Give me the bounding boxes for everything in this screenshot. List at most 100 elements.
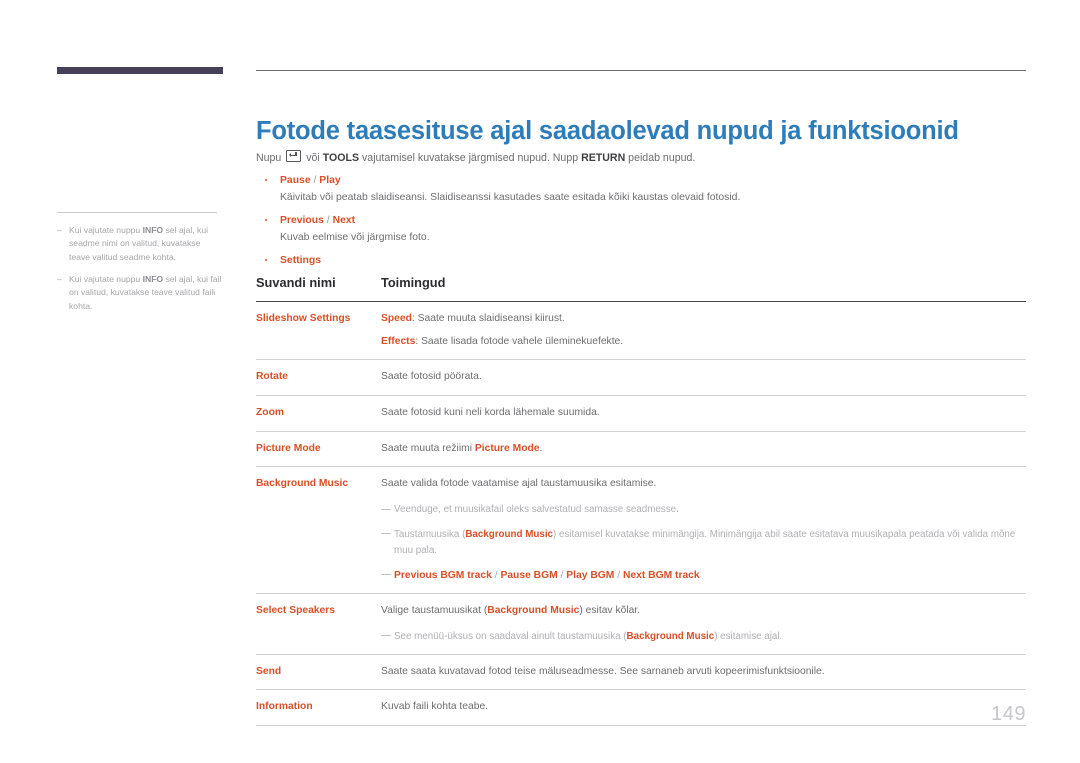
table-row: Select Speakers Valige taustamuusikat (B… [256,594,1026,655]
column-header-option-name: Suvandi nimi [256,275,336,290]
bullet-label-a: Previous [280,214,324,226]
row-description: Saate valida fotode vaatamise ajal taust… [381,467,1026,594]
row-description: Speed: Saate muuta slaidiseansi kiirust.… [381,302,1026,360]
row-note: — Veenduge, et muusikafail oleks salvesta… [381,502,1026,518]
intro-middle: või [306,152,320,164]
bullet-label-a: Settings [280,254,321,266]
row-option-name: Zoom [256,407,285,419]
inline-highlight: Effects [381,335,416,347]
column-header-actions: Toimingud [381,275,446,290]
button-bullet-list: Pause / Play Käivitab või peatab slaidis… [262,172,1026,270]
description-line: Saate valida fotode vaatamise ajal taust… [381,476,1026,493]
description-line: Saate fotosid pöörata. [381,369,1026,386]
bullet-dot-icon [265,218,268,222]
table-body: Slideshow Settings Speed: Saate muuta sl… [256,302,1026,726]
inline-text: Saate fotosid kuni neli korda lähemale s… [381,407,600,419]
row-description: Saate muuta režiimi Picture Mode. [381,431,1026,467]
subnote-c: Play BGM [566,569,615,581]
table-row: Rotate Saate fotosid pöörata. [256,360,1026,396]
row-note: — Taustamuusika (Background Music) esitam… [381,527,1026,559]
bullet-heading: Settings [262,252,1026,269]
bullet-dot-icon [265,179,268,182]
table-row: Background Music Saate valida fotode vaa… [256,467,1026,594]
note-pre: Taustamuusika ( [394,528,466,540]
side-note-item: – Kui vajutate nuppu INFO sel ajal, kui s… [57,224,223,264]
note-pre: Veenduge, et muusikafail oleks salvestat… [394,504,679,516]
dash-marker-icon: – [57,273,62,284]
row-description: Valige taustamuusikat (Background Music)… [381,594,1026,655]
inline-text: Saate fotosid pöörata. [381,371,482,383]
row-note: — See menüü-üksus on saadaval ainult taus… [381,629,1026,645]
list-item: Settings [262,252,1026,269]
bullet-separator: / [310,175,320,186]
row-option-name: Slideshow Settings [256,313,351,324]
side-note-bold: INFO [142,225,164,235]
description-line: Valige taustamuusikat (Background Music)… [381,603,1026,620]
bullet-heading: Pause / Play [262,172,1026,189]
decorative-top-bar [57,67,223,74]
inline-text: Saate muuta režiimi [381,442,475,454]
intro-tools-label: TOOLS [322,152,360,164]
subnote-sep: / [614,569,623,581]
dash-marker-icon: — [381,528,391,540]
side-note-bold: INFO [142,273,164,284]
row-description: Saate fotosid pöörata. [381,360,1026,396]
table-row: Send Saate saata kuvatavad fotod teise m… [256,654,1026,690]
intro-after-tools: vajutamisel kuvatakse järgmised nupud. N… [362,152,579,164]
side-note-block: – Kui vajutate nuppu INFO sel ajal, kui s… [57,212,223,322]
intro-return-label: RETURN [581,152,626,164]
side-note-rule [57,212,217,213]
row-option-name: Rotate [256,371,289,383]
options-table: Suvandi nimi Toimingud Slideshow Setting… [256,275,1026,726]
bullet-description: Kuvab eelmise või järgmise foto. [280,232,430,243]
row-option-name: Select Speakers [256,605,335,617]
list-item: Previous / Next Kuvab eelmise või järgmi… [262,212,1026,247]
side-note-pre: Kui vajutate nuppu [69,273,143,284]
inline-highlight: Background Music [487,605,580,617]
description-line: Saate fotosid kuni neli korda lähemale s… [381,405,1026,422]
inline-highlight: Picture Mode [474,442,540,454]
subnote-b: Pause BGM [500,569,558,581]
bullet-label-a: Pause [280,175,311,186]
row-option-name: Background Music [256,478,349,490]
intro-paragraph: Nupu või TOOLS vajutamisel kuvatakse jär… [256,150,1026,167]
side-note-pre: Kui vajutate nuppu [69,225,143,235]
row-description: Saate saata kuvatavad fotod teise mäluse… [381,654,1026,690]
dash-marker-icon: — [381,503,391,515]
description-line: Saate saata kuvatavad fotod teise mäluse… [381,664,1026,681]
bullet-dot-icon [265,258,268,262]
table-header: Suvandi nimi Toimingud [256,275,1026,302]
table-row: Zoom Saate fotosid kuni neli korda lähem… [256,396,1026,432]
subnote-sep: / [557,569,567,581]
intro-prefix: Nupu [256,152,282,164]
table-row: Slideshow Settings Speed: Saate muuta sl… [256,302,1026,360]
bullet-heading: Previous / Next [262,212,1026,229]
page-number: 149 [991,703,1026,725]
inline-text: Valige taustamuusikat ( [381,605,488,617]
subnote-a: Previous BGM track [394,569,492,581]
note-post: ) esitamise ajal. [714,630,783,642]
description-line: Speed: Saate muuta slaidiseansi kiirust. [381,311,1026,328]
bullet-label-b: Next [332,214,356,226]
inline-text: : Saate lisada fotode vahele üleminekuef… [415,335,624,347]
bullet-label-b: Play [319,175,341,186]
note-highlight: Background Music [626,630,715,642]
inline-tail: ) esitav kõlar. [579,605,641,617]
row-option-name: Picture Mode [256,442,321,454]
row-option-name: Send [256,665,282,677]
note-highlight: Background Music [465,528,553,540]
enter-key-icon [286,150,302,162]
table-row: Picture Mode Saate muuta režiimi Picture… [256,431,1026,467]
dash-marker-icon: – [57,225,62,235]
bullet-description: Käivitab või peatab slaidiseansi. Slaidi… [280,192,741,204]
description-line: Effects: Saate lisada fotode vahele ülem… [381,334,1026,351]
inline-text: Saate valida fotode vaatamise ajal taust… [381,478,657,490]
intro-suffix: peidab nupud. [628,152,696,164]
subnote-d: Next BGM track [622,569,700,581]
inline-text: Saate saata kuvatavad fotod teise mäluse… [381,665,825,677]
inline-tail: . [539,442,543,454]
table-header-row: Suvandi nimi Toimingud [256,275,1026,302]
description-line: Saate muuta režiimi Picture Mode. [381,441,1026,458]
inline-highlight: Speed [381,313,412,324]
row-subnote: — Previous BGM track / Pause BGM / Play B… [381,568,1026,585]
